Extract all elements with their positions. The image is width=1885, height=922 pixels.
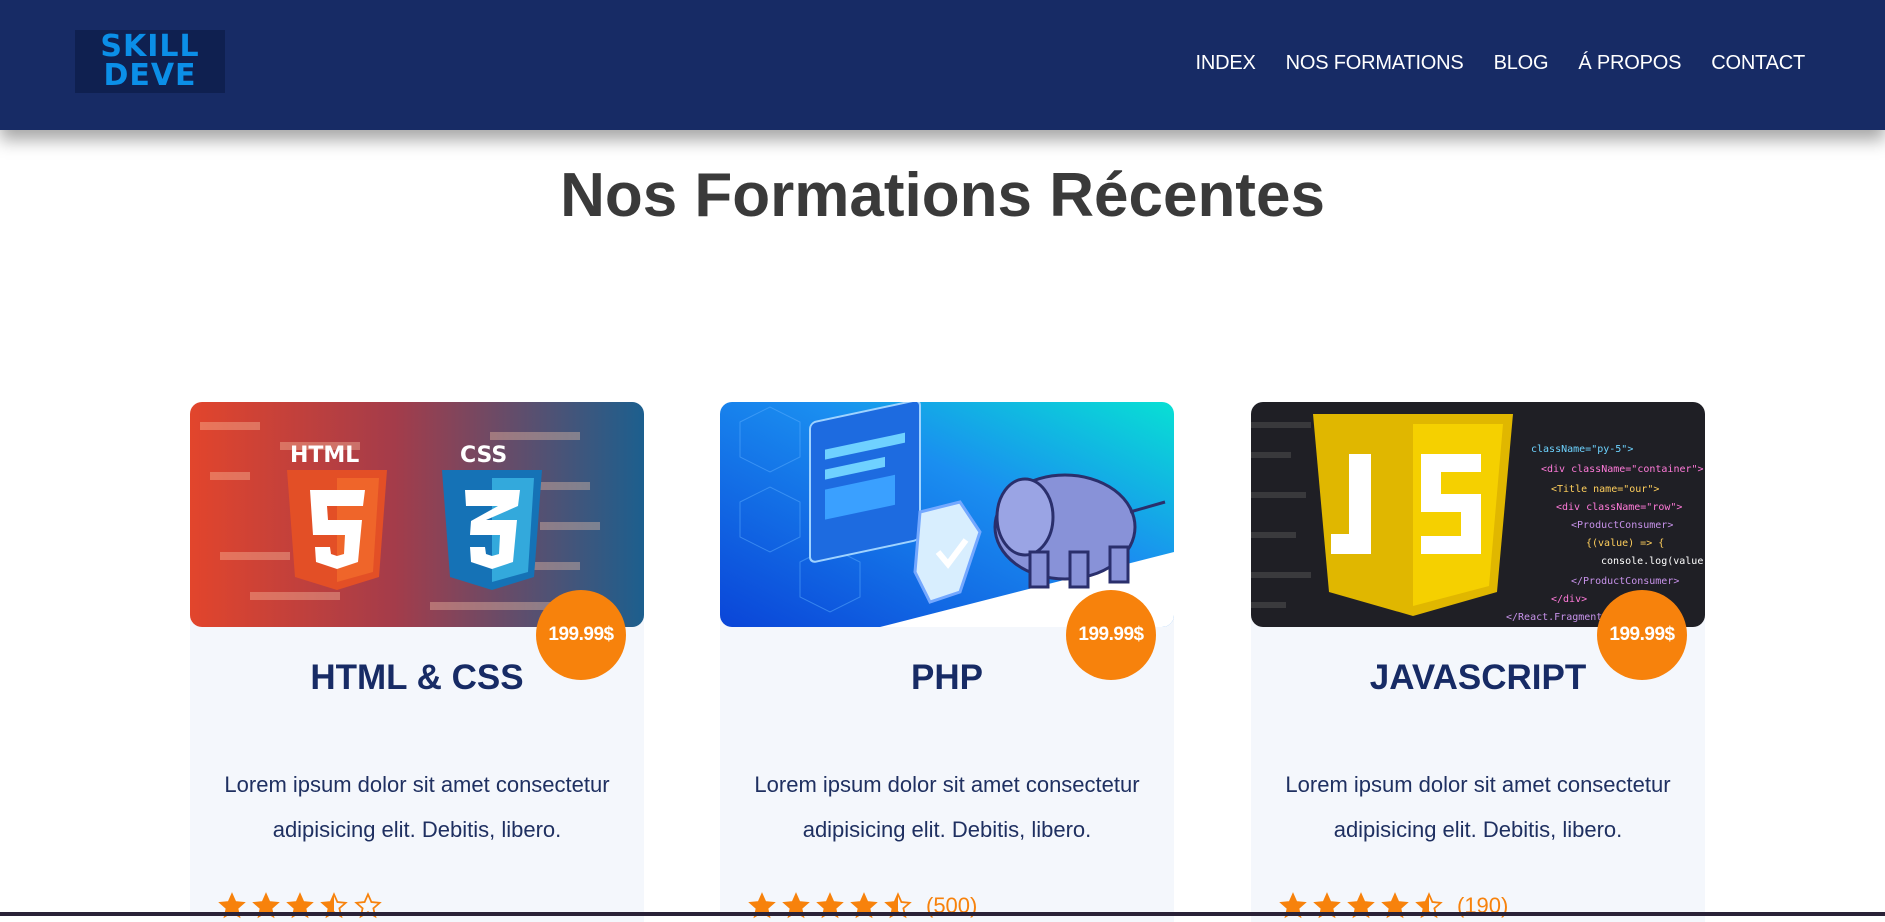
svg-text:</React.Fragment>: </React.Fragment> — [1506, 612, 1608, 623]
logo-line-2: DEVE — [103, 57, 197, 93]
course-title[interactable]: PHP — [720, 658, 1174, 698]
svg-text:className="py-5">: className="py-5"> — [1531, 444, 1633, 455]
course-card-javascript[interactable]: className="py-5"> <div className="contai… — [1251, 402, 1705, 922]
svg-text:</div>: </div> — [1551, 594, 1587, 605]
course-title[interactable]: JAVASCRIPT — [1251, 658, 1705, 698]
bottom-edge — [0, 912, 1885, 916]
svg-text:<Title name="our">: <Title name="our"> — [1551, 484, 1659, 495]
nav-a-propos[interactable]: Á PROPOS — [1578, 52, 1681, 75]
svg-text:{(value) => {: {(value) => { — [1586, 538, 1664, 549]
nav-index[interactable]: INDEX — [1195, 52, 1255, 75]
site-logo[interactable]: SKILL DEVE — [75, 30, 225, 93]
site-header: SKILL DEVE INDEX NOS FORMATIONS BLOG Á P… — [0, 0, 1885, 130]
course-card-php[interactable]: 199.99$ PHP Lorem ipsum dolor sit amet c… — [720, 402, 1174, 922]
svg-text:console.log(value): console.log(value) — [1601, 556, 1705, 567]
svg-text:<div className="row">: <div className="row"> — [1556, 502, 1682, 513]
course-description: Lorem ipsum dolor sit amet consectetur a… — [754, 772, 1140, 842]
svg-text:</ProductConsumer>: </ProductConsumer> — [1571, 576, 1679, 587]
course-card-html-css[interactable]: HTML CSS 199.99$ HTML & CSS Lorem ipsum … — [190, 402, 644, 922]
html-logo-label: HTML — [290, 443, 359, 468]
svg-text:<ProductConsumer>: <ProductConsumer> — [1571, 520, 1673, 531]
svg-text:<div className="container">: <div className="container"> — [1541, 464, 1704, 475]
course-title[interactable]: HTML & CSS — [190, 658, 644, 698]
main-nav: INDEX NOS FORMATIONS BLOG Á PROPOS CONTA… — [1195, 52, 1805, 75]
section-title: Nos Formations Récentes — [560, 161, 1325, 230]
css-logo-label: CSS — [460, 443, 507, 468]
nav-contact[interactable]: CONTACT — [1711, 52, 1805, 75]
nav-blog[interactable]: BLOG — [1494, 52, 1549, 75]
nav-nos-formations[interactable]: NOS FORMATIONS — [1286, 52, 1464, 75]
course-description: Lorem ipsum dolor sit amet consectetur a… — [1285, 772, 1671, 842]
course-description: Lorem ipsum dolor sit amet consectetur a… — [224, 772, 610, 842]
